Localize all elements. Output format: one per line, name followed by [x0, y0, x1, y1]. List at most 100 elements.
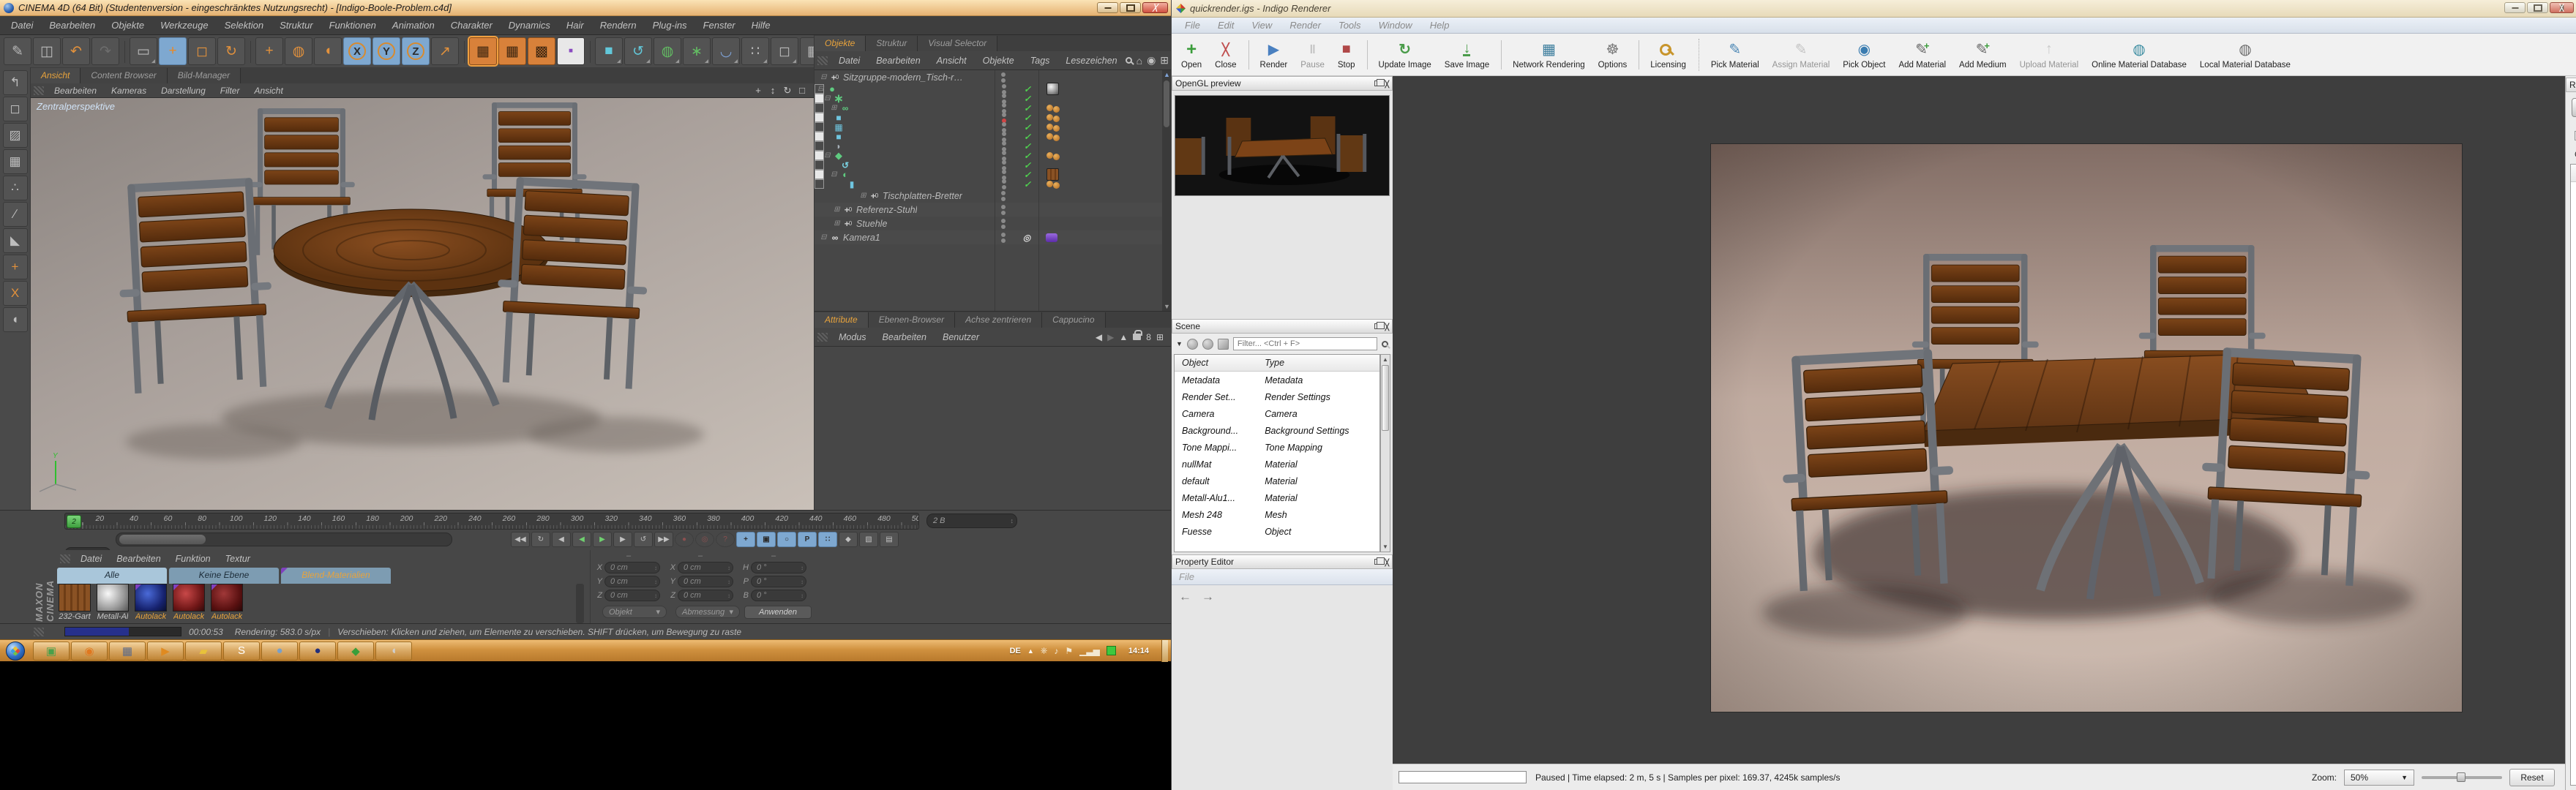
visibility-dots[interactable] — [1000, 233, 1006, 243]
phong-tag[interactable] — [1046, 152, 1060, 159]
toggle-views-icon[interactable]: □ — [796, 85, 808, 97]
size-mode-dropdown[interactable]: Abmessung▾ — [675, 606, 740, 618]
timeline-scrollbar[interactable] — [116, 533, 452, 546]
enable-check[interactable] — [1022, 113, 1033, 123]
enable-axis-mode[interactable]: + — [3, 255, 28, 279]
expand-icon[interactable]: ⊟ — [819, 73, 828, 81]
zoom-dropdown[interactable]: 50%▼ — [2344, 770, 2414, 786]
scene-filter-lights-icon[interactable] — [1187, 339, 1198, 350]
history-icon[interactable]: 8 — [1146, 332, 1151, 342]
lock-y-axis[interactable]: Y — [372, 37, 400, 65]
home-icon[interactable]: ⌂ — [1137, 55, 1142, 67]
coordinate-system[interactable]: ↗ — [431, 37, 459, 65]
add-particle-system[interactable]: ∷ — [741, 37, 769, 65]
taskbar-clock[interactable]: 14:14 — [1123, 647, 1155, 655]
apply-button[interactable]: Anwenden — [744, 606, 812, 619]
rendered-image[interactable] — [1710, 143, 2463, 712]
viewport-menu-item[interactable]: Darstellung — [154, 83, 213, 98]
undo-button[interactable]: ↶ — [62, 37, 90, 65]
menu-item[interactable]: Funktionen — [321, 16, 384, 35]
expand-icon[interactable]: ⊞ — [829, 104, 839, 112]
skype[interactable]: S — [223, 642, 260, 661]
render-picture-viewer[interactable]: ▦ — [498, 37, 526, 65]
scene-table-row[interactable]: Tone Mappi... Tone Mapping — [1175, 439, 1379, 456]
expand-icon[interactable]: ⊟ — [823, 94, 832, 102]
play-backwards-button[interactable]: ◀ — [572, 532, 591, 547]
signal-tray-icon[interactable]: ▁▃▅ — [1079, 646, 1100, 656]
Pick Material[interactable]: Pick Material — [1704, 36, 1766, 74]
camera-label[interactable]: Zentralperspektive — [37, 101, 115, 112]
scene-table-row[interactable]: Fuesse Object — [1175, 523, 1379, 540]
visibility-dots[interactable] — [1001, 132, 1007, 142]
texture-tag[interactable] — [1046, 83, 1059, 95]
parent-object-icon[interactable]: ▲ — [1119, 332, 1128, 342]
scene-table-row[interactable]: Metall-Alu1... Material — [1175, 489, 1379, 506]
coordinate-globe[interactable]: ◍ — [285, 37, 312, 65]
expand-icon[interactable]: ⊞ — [832, 206, 842, 214]
object-tree-row[interactable]: Form — [815, 179, 824, 189]
camera-tag[interactable] — [1046, 233, 1057, 242]
rotation-input[interactable]: 0 ° — [751, 562, 806, 573]
scene-table-row[interactable]: default Material — [1175, 473, 1379, 489]
visibility-dots[interactable] — [1001, 113, 1007, 123]
enable-check[interactable] — [1022, 94, 1033, 104]
material-menu-item[interactable]: Bearbeiten — [109, 549, 168, 568]
viewport-menu-item[interactable]: Ansicht — [247, 83, 290, 98]
goto-end-button[interactable]: ▶▶ — [654, 532, 673, 547]
current-frame-field[interactable]: 2 B — [926, 514, 1017, 528]
menu-item[interactable]: Selektion — [217, 16, 272, 35]
visibility-dots[interactable] — [1001, 151, 1007, 161]
visibility-dots[interactable] — [1001, 141, 1007, 151]
minimize-button[interactable] — [1097, 2, 1118, 13]
model-mode[interactable]: ◻ — [3, 97, 28, 121]
material-thumbnail[interactable]: 232-Gart — [57, 584, 92, 623]
edges-mode[interactable]: ∕ — [3, 202, 28, 227]
indigo-titlebar[interactable]: quickrender.igs - Indigo Renderer — [1172, 0, 2576, 18]
menu-item[interactable]: Struktur — [272, 16, 321, 35]
opengl-panel-header[interactable]: OpenGL preview — [1172, 76, 1393, 91]
expand-icon[interactable]: ⊞ — [858, 192, 868, 200]
object-manager-menu-item[interactable]: Objekte — [975, 51, 1022, 70]
enable-check[interactable] — [1022, 160, 1033, 170]
rotation-input[interactable]: 0 ° — [751, 590, 806, 601]
key-position-toggle[interactable]: + — [736, 532, 755, 547]
workplane-mode[interactable]: ▦ — [3, 149, 28, 174]
menu-item[interactable]: Dynamics — [501, 16, 558, 35]
menu-item[interactable]: Edit — [1209, 18, 1243, 34]
float-panel-icon[interactable] — [1374, 559, 1381, 565]
audio-tray-icon[interactable]: ♪ — [1054, 646, 1058, 656]
object-tree-row[interactable]: ⊞ Stuehle — [815, 217, 1163, 230]
material-thumbnail[interactable]: Metall-Al — [95, 584, 130, 623]
points-mode[interactable]: ∴ — [3, 176, 28, 200]
object-manager-menu-item[interactable]: Tags — [1022, 51, 1058, 70]
size-input[interactable]: 0 cm — [678, 562, 733, 573]
object-manager-menu-item[interactable]: Lesezeichen — [1057, 51, 1125, 70]
play-mode-button[interactable]: ↺ — [634, 532, 653, 547]
Stop[interactable]: Stop — [1331, 36, 1362, 74]
object-manager-tab[interactable]: Visual Selector — [918, 36, 997, 51]
float-panel-icon[interactable] — [1374, 80, 1381, 86]
opengl-preview-thumbnail[interactable] — [1175, 95, 1390, 196]
viewport-menu-item[interactable]: Filter — [213, 83, 247, 98]
render-settings-button[interactable]: ▩ — [528, 37, 555, 65]
drag-handle[interactable] — [817, 333, 828, 342]
lock-z-axis[interactable]: Z — [402, 37, 430, 65]
Upload Material[interactable]: Upload Material — [2013, 36, 2086, 74]
size-input[interactable]: 0 cm — [678, 576, 733, 587]
attribute-menu-item[interactable]: Benutzer — [935, 328, 987, 347]
language-indicator[interactable]: DE — [1010, 647, 1021, 655]
material-layer-tab[interactable]: Keine Ebene — [169, 568, 279, 584]
position-input[interactable]: 0 cm — [604, 590, 660, 601]
prev-frame-button[interactable]: ◀ — [552, 532, 571, 547]
scene-table-row[interactable]: Metadata Metadata — [1175, 372, 1379, 388]
calculator[interactable]: ▦ — [109, 642, 146, 661]
visibility-dots[interactable] — [1001, 170, 1007, 180]
Close[interactable]: Close — [1208, 36, 1243, 74]
object-tree-row[interactable]: Gestell — [815, 122, 824, 132]
c4d-titlebar[interactable]: CINEMA 4D (64 Bit) (Studentenversion - e… — [0, 0, 1171, 16]
object-manager-menu-item[interactable]: Bearbeiten — [868, 51, 928, 70]
minimize-button[interactable] — [2504, 2, 2526, 13]
show-desktop-button[interactable] — [1161, 640, 1168, 662]
make-editable[interactable]: ↰ — [3, 70, 28, 95]
scene-panel-header[interactable]: Scene — [1172, 319, 1393, 334]
